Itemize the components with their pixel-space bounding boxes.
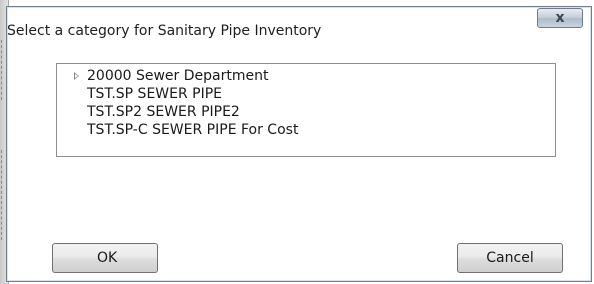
close-button[interactable]: x [537, 8, 583, 28]
cancel-button[interactable]: Cancel [457, 243, 563, 273]
tree-item-sewer-department[interactable]: 20000 Sewer Department [87, 67, 268, 85]
expand-arrow-icon[interactable] [74, 72, 79, 80]
ok-button[interactable]: OK [52, 243, 158, 273]
tree-item-sewer-pipe[interactable]: TST.SP SEWER PIPE [87, 85, 222, 103]
dialog-titlebar: Select a category for Sanitary Pipe Inve… [7, 7, 591, 47]
dialog-title: Select a category for Sanitary Pipe Inve… [7, 23, 322, 39]
category-tree[interactable]: 20000 Sewer Department TST.SP SEWER PIPE… [56, 63, 556, 157]
tree-item-sewer-pipe2[interactable]: TST.SP2 SEWER PIPE2 [87, 103, 240, 121]
screen: Select a category for Sanitary Pipe Inve… [0, 0, 594, 284]
category-dialog: Select a category for Sanitary Pipe Inve… [6, 6, 592, 282]
tree-item-sewer-pipe-for-cost[interactable]: TST.SP-C SEWER PIPE For Cost [87, 121, 298, 139]
close-icon: x [555, 10, 565, 26]
